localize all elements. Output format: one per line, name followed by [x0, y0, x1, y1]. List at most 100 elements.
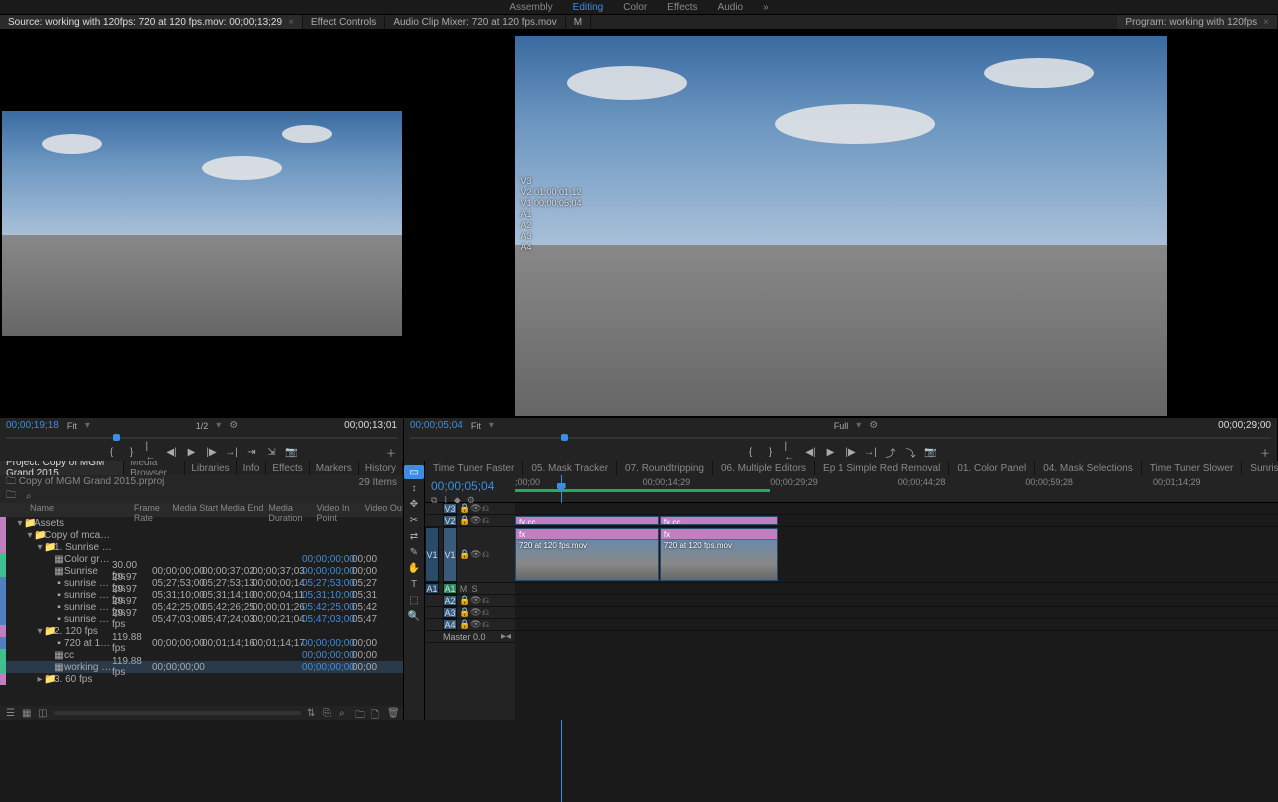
target-patch[interactable]: V2	[443, 515, 457, 526]
project-row[interactable]: ▾📁2. 120 fps	[0, 625, 403, 637]
program-fit-menu[interactable]: Fit	[471, 421, 481, 431]
program-playhead[interactable]	[561, 434, 568, 441]
disclosure-triangle-icon[interactable]: ▾	[26, 530, 34, 541]
tool-9[interactable]: 🔍	[404, 609, 424, 623]
extract-icon[interactable]: ⤵	[905, 446, 917, 458]
go-to-in-icon[interactable]: |←	[785, 446, 797, 458]
sequence-tab[interactable]: 05. Mask Tracker	[523, 461, 617, 475]
workspace-editing[interactable]: Editing	[573, 2, 604, 13]
track-header-V2[interactable]: V2🔒👁⎌	[425, 515, 515, 527]
clip[interactable]: fx cc	[515, 516, 659, 525]
step-fwd-icon[interactable]: |▶	[845, 446, 857, 458]
target-patch[interactable]: A3	[443, 607, 457, 618]
clip[interactable]: fx720 at 120 fps.mov	[660, 528, 778, 581]
target-patch[interactable]: A1	[443, 583, 457, 594]
source-patch[interactable]: A1	[425, 583, 439, 594]
overwrite-icon[interactable]: ⇲	[266, 446, 278, 458]
track-header-A4[interactable]: A4🔒👁⎌	[425, 619, 515, 631]
settings-icon[interactable]: ⚙	[229, 420, 238, 431]
lock-icon[interactable]: 🔒	[459, 549, 468, 560]
project-tab[interactable]: Markers	[310, 461, 359, 475]
settings-icon[interactable]: ⚙	[869, 420, 878, 431]
tool-8[interactable]: ⬚	[404, 593, 424, 607]
sequence-tab[interactable]: Ep 1 Simple Red Removal	[815, 461, 949, 475]
new-item-icon[interactable]: 🗋	[371, 708, 381, 718]
disclosure-triangle-icon[interactable]: ▾	[36, 626, 44, 637]
column-header[interactable]: Name	[30, 503, 134, 517]
project-row[interactable]: ▦Color grade00;00;00;0000;00	[0, 553, 403, 565]
toggle-output-icon[interactable]: 👁	[470, 607, 479, 618]
go-to-out-icon[interactable]: →|	[865, 446, 877, 458]
source-tab-1[interactable]: Source: working with 120fps: 720 at 120 …	[0, 15, 303, 29]
track-lane-A1[interactable]	[515, 583, 1278, 595]
workspace-color[interactable]: Color	[623, 2, 647, 13]
step-back-icon[interactable]: ◀|	[166, 446, 178, 458]
sequence-tab[interactable]: 07. Roundtripping	[617, 461, 713, 475]
disclosure-triangle-icon[interactable]: ▾	[36, 542, 44, 553]
workspace-effects[interactable]: Effects	[667, 2, 697, 13]
project-tab[interactable]: Effects	[266, 461, 309, 475]
sync-lock-icon[interactable]: ⎌	[481, 549, 490, 560]
clip[interactable]: fx cc	[660, 516, 778, 525]
mark-out-icon[interactable]: }	[126, 446, 138, 458]
project-row[interactable]: ▸📁3. 60 fps	[0, 673, 403, 685]
column-header[interactable]: Video Ou	[365, 503, 403, 517]
lock-icon[interactable]: 🔒	[459, 595, 468, 606]
icon-view-icon[interactable]: ▦	[22, 708, 32, 718]
tool-7[interactable]: T	[404, 577, 424, 591]
project-row[interactable]: ▪720 at 120 fps.m119.88 fps00;00;00;0000…	[0, 637, 403, 649]
project-row[interactable]: ▪sunrise 4.mov29.97 fps05;47;03;0005;47;…	[0, 613, 403, 625]
project-row[interactable]: ▾📁Assets	[0, 517, 403, 529]
target-patch[interactable]: V1	[443, 527, 457, 582]
project-tab[interactable]: Info	[237, 461, 267, 475]
export-frame-icon[interactable]: 📷	[286, 446, 298, 458]
column-header[interactable]: Media Duration	[268, 503, 316, 517]
toggle-output-icon[interactable]: 👁	[470, 503, 479, 514]
toggle-output-icon[interactable]: 👁	[470, 549, 479, 560]
mark-in-icon[interactable]: {	[106, 446, 118, 458]
column-header[interactable]: Video In Point	[316, 503, 364, 517]
track-lane-A3[interactable]	[515, 607, 1278, 619]
project-row[interactable]: ▪sunrise 3.mov29.97 fps05;42;25;0005;42;…	[0, 601, 403, 613]
sequence-tab[interactable]: 01. Color Panel	[949, 461, 1035, 475]
toggle-output-icon[interactable]: 👁	[470, 619, 479, 630]
workspace-assembly[interactable]: Assembly	[509, 2, 552, 13]
tracks-canvas[interactable]: fx ccfx ccfx720 at 120 fps.movfx720 at 1…	[515, 503, 1278, 720]
track-header-V1[interactable]: V1V1🔒👁⎌	[425, 527, 515, 583]
work-area[interactable]	[515, 489, 770, 492]
tool-6[interactable]: ✋	[404, 561, 424, 575]
project-row[interactable]: ▦working with 120f119.88 fps00;00;00;000…	[0, 661, 403, 673]
project-row[interactable]: ▪sunrise 1.mov29.97 fps05;27;53;0005;27;…	[0, 577, 403, 589]
add-button-icon[interactable]: ＋	[1259, 446, 1271, 458]
track-lane-A2[interactable]	[515, 595, 1278, 607]
sequence-tab[interactable]: Sunrise	[1242, 461, 1278, 475]
source-fit-menu[interactable]: Fit	[67, 421, 77, 431]
workspace-more[interactable]: »	[763, 2, 769, 13]
sequence-tab[interactable]: Time Tuner Slower	[1142, 461, 1243, 475]
source-scrub-bar[interactable]	[0, 433, 403, 443]
source-video[interactable]	[0, 29, 403, 418]
sequence-tab[interactable]: Time Tuner Faster	[425, 461, 523, 475]
zoom-slider[interactable]	[54, 711, 301, 715]
program-scrub-bar[interactable]	[404, 433, 1277, 443]
sync-lock-icon[interactable]: ⎌	[481, 515, 490, 526]
automate-icon[interactable]: ⎘	[323, 708, 333, 718]
sync-lock-icon[interactable]: ⎌	[481, 619, 490, 630]
target-patch[interactable]: V3	[443, 503, 457, 514]
go-to-out-icon[interactable]: →|	[226, 446, 238, 458]
timeline-timecode[interactable]: 00;00;05;04	[431, 479, 509, 493]
toggle-output-icon[interactable]: 👁	[470, 595, 479, 606]
source-playhead[interactable]	[113, 434, 120, 441]
tool-1[interactable]: ↕	[404, 481, 424, 495]
lift-icon[interactable]: ⤴	[885, 446, 897, 458]
toggle-output-icon[interactable]: 👁	[470, 515, 479, 526]
step-fwd-icon[interactable]: |▶	[206, 446, 218, 458]
track-lane-A4[interactable]	[515, 619, 1278, 631]
program-res-menu[interactable]: Full	[834, 421, 849, 431]
source-res-menu[interactable]: 1/2	[196, 421, 209, 431]
sequence-tab[interactable]: 04. Mask Selections	[1035, 461, 1142, 475]
project-row[interactable]: ▾📁1. Sunrise remapping	[0, 541, 403, 553]
track-header-V3[interactable]: V3🔒👁⎌	[425, 503, 515, 515]
go-to-in-icon[interactable]: |←	[146, 446, 158, 458]
program-timecode-in[interactable]: 00;00;05;04	[410, 420, 463, 431]
